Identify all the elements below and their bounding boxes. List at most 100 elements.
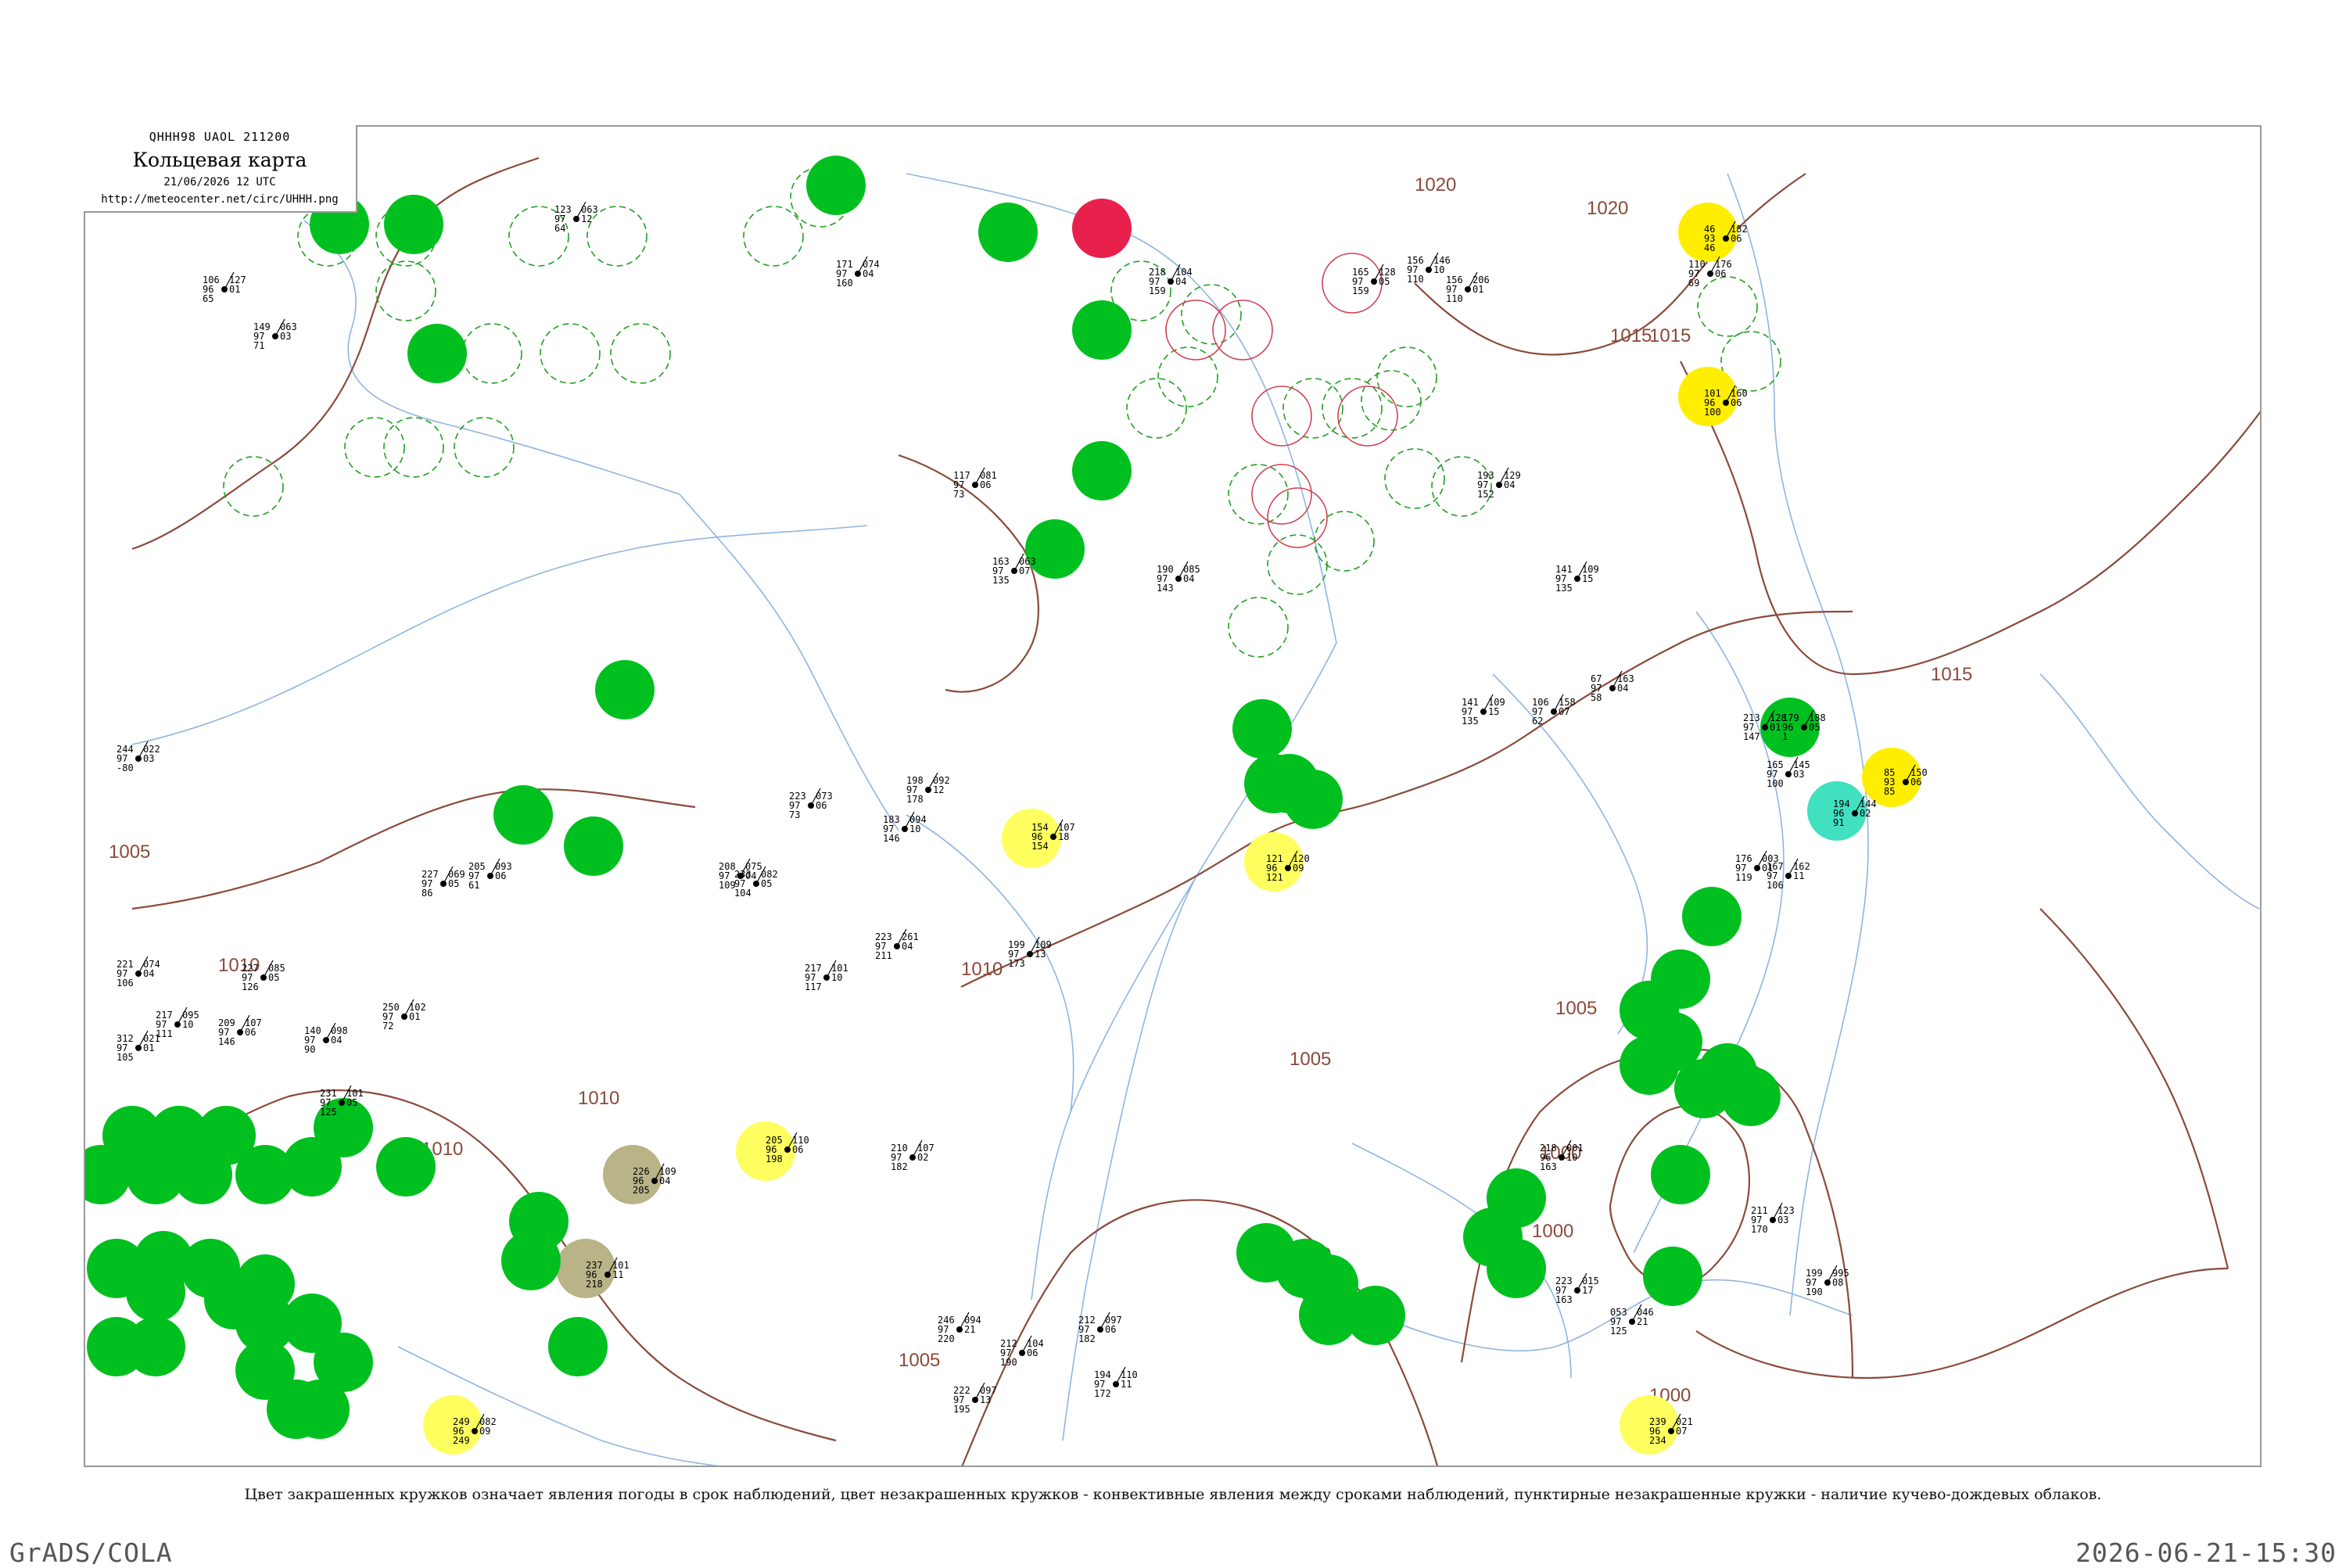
river — [1031, 877, 1196, 1301]
station-plot: 1419713510915 — [1462, 694, 1505, 727]
weather-marker-rain — [1643, 1247, 1702, 1306]
weather-marker-rain — [501, 1231, 561, 1290]
weather-marker-rain — [282, 1137, 342, 1197]
isobar-label: 1005 — [109, 841, 150, 863]
cb-cloud-ring — [1228, 597, 1289, 658]
cb-cloud-ring — [1126, 378, 1187, 439]
station-plot: 1659715912805 — [1352, 264, 1396, 296]
station-value: 06 — [495, 870, 506, 881]
station-value: 190 — [1806, 1286, 1823, 1297]
station-value: 170 — [1751, 1224, 1768, 1235]
station-value: 46 — [1704, 242, 1715, 253]
weather-marker-thunder — [1072, 199, 1132, 258]
station-value: 135 — [1555, 583, 1573, 594]
legend-note: Цвет закрашенных кружков означает явлени… — [244, 1486, 2102, 1503]
weather-marker-rain — [1072, 441, 1132, 501]
station-value: 249 — [453, 1435, 470, 1446]
station-value: 110 — [1407, 274, 1424, 285]
bulletin-code: QHHH98 UAOL 211200 — [149, 130, 291, 144]
station-value: 13 — [980, 1394, 991, 1405]
station-plot: 1999719099508 — [1806, 1265, 1849, 1297]
station-plot: 2179711710110 — [805, 960, 848, 992]
station-value: 06 — [1731, 397, 1742, 408]
station-plot: 3129710502101 — [117, 1030, 160, 1063]
map-date: 21/06/2026 12 UTC — [163, 176, 276, 188]
isobar-label: 1015 — [1610, 325, 1652, 346]
station-plot: 1909714308504 — [1157, 561, 1200, 594]
station-value: 69 — [1688, 278, 1699, 289]
station-value: 146 — [218, 1036, 235, 1047]
river — [1727, 173, 1830, 628]
weather-marker-rain — [407, 324, 467, 383]
station-value: 11 — [1793, 870, 1804, 881]
cb-cloud-ring — [586, 206, 647, 267]
weather-marker-rain — [1244, 754, 1304, 813]
station-value: 04 — [1504, 479, 1515, 490]
weather-marker-rain — [1025, 519, 1085, 579]
station-plot: 24497-8002203 — [117, 741, 160, 773]
station-plot: 140979009804 — [304, 1022, 348, 1055]
station-plot: 2279712608505 — [242, 960, 285, 992]
station-value: 11 — [1121, 1379, 1132, 1390]
cb-cloud-ring — [1181, 284, 1242, 345]
station-value: 12 — [581, 213, 592, 224]
station-value: 205 — [633, 1185, 650, 1196]
station-value: 04 — [659, 1175, 670, 1186]
cb-cloud-ring — [461, 323, 522, 384]
isobar-1010 — [898, 454, 1040, 693]
station-value: 211 — [875, 950, 892, 961]
station-plot: 2099714610706 — [218, 1014, 262, 1047]
station-value: 172 — [1094, 1388, 1111, 1399]
station-plot: 2239716301517 — [1555, 1272, 1599, 1305]
station-value: 100 — [1767, 778, 1784, 789]
station-value: 119 — [1735, 872, 1752, 883]
station-plot: 2129719010406 — [1000, 1335, 1044, 1368]
station-value: 05 — [268, 972, 279, 983]
station-value: 121 — [1266, 872, 1283, 883]
station-plot: 1719716007404 — [836, 256, 880, 289]
station-value: 73 — [789, 809, 800, 820]
station-value: 64 — [554, 223, 565, 234]
station-value: 09 — [1293, 863, 1304, 874]
weather-marker-rain — [1275, 1239, 1335, 1298]
isobar-1000 — [2039, 908, 2229, 1269]
convective-ring — [1165, 300, 1226, 361]
station-plot: 1679710616211 — [1767, 858, 1810, 891]
station-plot: 2179711109510 — [156, 1006, 199, 1039]
station-plot: 1569711020601 — [1446, 271, 1490, 304]
isobar-label: 1010 — [961, 959, 1003, 980]
isobar-label: 1015 — [1931, 664, 1972, 685]
station-value: 135 — [992, 575, 1010, 586]
station-plot: 205976109306 — [468, 858, 512, 891]
station-value: 07 — [1559, 706, 1569, 717]
station-value: 03 — [1777, 1215, 1788, 1225]
station-value: 04 — [902, 941, 913, 952]
station-value: 05 — [1379, 276, 1390, 287]
station-value: 21 — [1637, 1316, 1648, 1327]
map-url[interactable]: http://meteocenter.net/circ/UHHH.png — [84, 193, 356, 206]
cb-cloud-ring — [1697, 276, 1758, 337]
station-value: 190 — [1000, 1357, 1017, 1368]
station-value: 09 — [479, 1426, 490, 1437]
isobar-label: 1005 — [1555, 998, 1597, 1019]
station-value: 143 — [1157, 583, 1174, 594]
weather-marker-rain — [1682, 887, 1742, 946]
station-value: 01 — [409, 1011, 420, 1022]
weather-marker-rain — [1072, 300, 1132, 360]
station-plot: 1839714609410 — [883, 811, 927, 844]
river — [1492, 673, 1648, 1035]
station-value: 06 — [816, 800, 827, 811]
isobar-label: 1020 — [1587, 198, 1628, 219]
station-value: 04 — [863, 268, 873, 279]
station-value: 04 — [331, 1035, 342, 1046]
station-value: 03 — [1793, 769, 1804, 780]
cb-cloud-ring — [610, 323, 671, 384]
station-value: 03 — [280, 331, 291, 342]
station-value: 182 — [1078, 1333, 1096, 1344]
station-value: 03 — [143, 753, 154, 764]
station-plot: 2229719509713 — [953, 1382, 997, 1415]
station-value: 15 — [1582, 573, 1593, 584]
station-value: 01 — [143, 1042, 154, 1053]
synoptic-map: 1020102010151015101510101010101010101010… — [84, 125, 2262, 1467]
station-value: 18 — [1058, 831, 1069, 842]
